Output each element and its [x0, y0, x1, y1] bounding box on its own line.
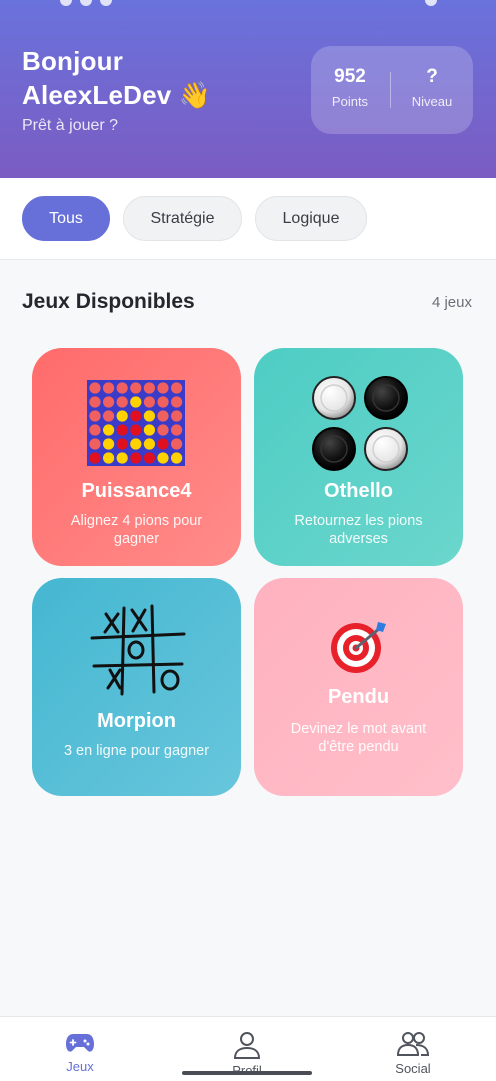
greeting-line1: Bonjour	[22, 46, 124, 76]
gamepad-icon	[66, 1034, 94, 1052]
status-icon	[425, 0, 437, 6]
stat-label: Niveau	[411, 94, 453, 109]
header: Bonjour AleexLeDev 👋 Prêt à jouer ? 952 …	[0, 0, 496, 178]
game-card-morpion[interactable]: Morpion 3 en ligne pour gagner	[32, 578, 241, 796]
game-name: Puissance4	[81, 480, 192, 502]
filter-bar: Tous Stratégie Logique	[0, 178, 496, 260]
connect-four-icon	[87, 380, 185, 466]
nav-item-social[interactable]: Social	[368, 1031, 458, 1076]
status-bar	[0, 0, 496, 10]
wave-icon: 👋	[178, 81, 212, 111]
filter-chip-strategie[interactable]: Stratégie	[123, 196, 242, 241]
status-icon	[100, 0, 112, 6]
status-icon	[60, 0, 72, 6]
game-card-puissance4[interactable]: Puissance4 Alignez 4 pions pour gagner	[32, 348, 241, 566]
game-description: Alignez 4 pions pour gagner	[70, 513, 203, 547]
game-description: 3 en ligne pour gagner	[63, 743, 210, 759]
users-icon	[397, 1032, 429, 1056]
target-dart-icon	[331, 622, 386, 673]
stat-label: Points	[331, 94, 369, 109]
game-name: Pendu	[327, 686, 390, 708]
nav-item-jeux[interactable]: Jeux	[35, 1031, 125, 1074]
stat-divider	[390, 72, 391, 108]
tic-tac-toe-icon	[90, 604, 186, 696]
stat-points: 952 Points	[315, 66, 385, 109]
stat-level: ? Niveau	[397, 66, 467, 109]
greeting: Bonjour AleexLeDev 👋 Prêt à jouer ?	[22, 44, 211, 135]
section-title: Jeux Disponibles	[22, 290, 195, 313]
nav-label: Jeux	[66, 1059, 94, 1074]
greeting-line2: AleexLeDev 👋	[22, 78, 211, 113]
stats-card: 952 Points ? Niveau	[311, 46, 473, 134]
filter-chip-tous[interactable]: Tous	[22, 196, 110, 241]
stat-value: 952	[334, 66, 366, 87]
game-description: Retournez les pions adverses	[294, 513, 423, 547]
othello-discs-icon	[312, 376, 408, 471]
nav-label: Social	[395, 1061, 431, 1076]
username: AleexLeDev	[22, 80, 172, 110]
greeting-subtitle: Prêt à jouer ?	[22, 117, 119, 134]
game-card-othello[interactable]: Othello Retournez les pions adverses	[254, 348, 463, 566]
games-count: 4 jeux	[431, 294, 472, 311]
game-card-pendu[interactable]: Pendu Devinez le mot avant d'être pendu	[254, 578, 463, 796]
home-indicator	[182, 1071, 312, 1075]
user-icon	[233, 1032, 261, 1059]
game-name: Othello	[324, 480, 393, 502]
status-icon	[80, 0, 92, 6]
filter-chip-logique[interactable]: Logique	[255, 196, 367, 241]
game-name: Morpion	[97, 710, 176, 732]
stat-value: ?	[426, 66, 438, 87]
game-description: Devinez le mot avant d'être pendu	[290, 721, 427, 755]
